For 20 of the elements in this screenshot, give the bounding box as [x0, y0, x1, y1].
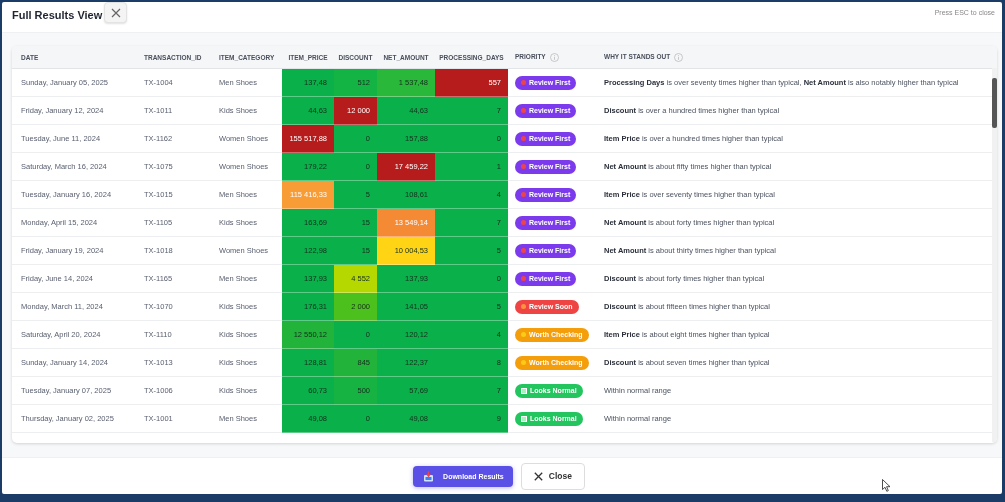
dot-icon [521, 304, 526, 309]
close-icon [533, 471, 543, 481]
dot-icon [521, 360, 526, 365]
modal-title: Full Results View [12, 9, 103, 21]
dot-icon [521, 108, 526, 113]
checkbox-icon [521, 415, 527, 422]
dot-icon [521, 332, 526, 337]
dot-icon [521, 276, 526, 281]
close-button[interactable]: Close [520, 462, 585, 490]
checkbox-icon [521, 387, 527, 394]
dot-icon [521, 136, 526, 141]
close-button[interactable] [104, 2, 128, 23]
dot-icon [521, 80, 526, 85]
download-icon [423, 470, 435, 482]
scrollbar[interactable] [992, 68, 997, 442]
dot-icon [521, 192, 526, 197]
dot-icon [521, 220, 526, 225]
dot-icon [521, 248, 526, 253]
dot-icon [521, 164, 526, 169]
close-icon [110, 7, 121, 18]
